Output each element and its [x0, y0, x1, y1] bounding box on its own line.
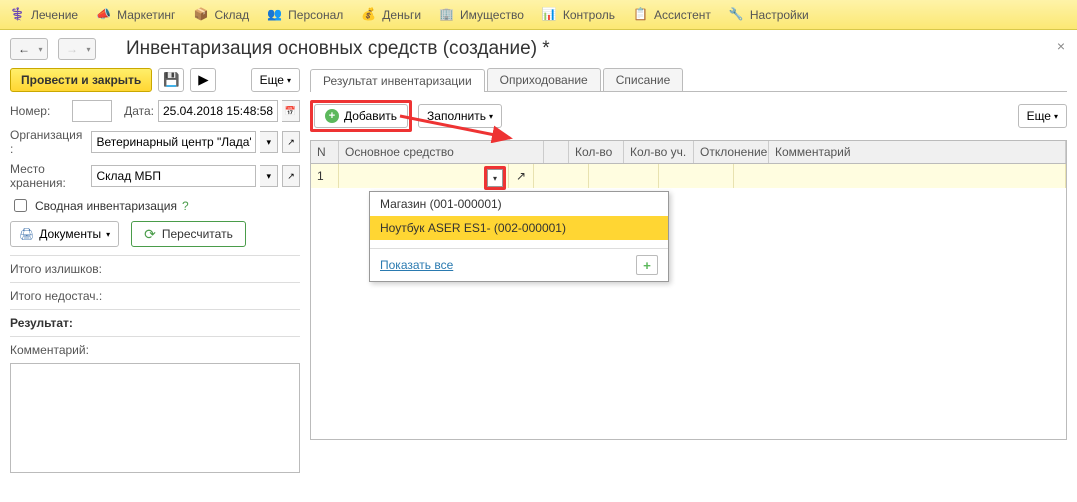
chevron-down-icon: ▾	[106, 230, 110, 239]
top-menu-bar: ⚕️Лечение 📣Маркетинг 📦Склад 👥Персонал 💰Д…	[0, 0, 1077, 30]
cell-qty-acc[interactable]	[589, 164, 659, 188]
date-input[interactable]	[158, 100, 278, 122]
property-icon: 🏢	[439, 7, 455, 23]
tabs-bar: Результат инвентаризации Оприходование С…	[310, 68, 1067, 92]
total-shortage-label: Итого недостач.:	[10, 289, 300, 303]
menu-marketing[interactable]: 📣Маркетинг	[96, 7, 175, 23]
col-qty[interactable]: Кол-во	[569, 141, 624, 163]
col-comment[interactable]: Комментарий	[769, 141, 1066, 163]
storage-dropdown-button[interactable]: ▾	[260, 165, 278, 187]
show-all-link[interactable]: Показать все	[380, 258, 453, 272]
close-icon[interactable]: ×	[1057, 38, 1065, 54]
tab-writeoff[interactable]: Списание	[603, 68, 684, 91]
marketing-icon: 📣	[96, 7, 112, 23]
menu-control[interactable]: 📊Контроль	[542, 7, 615, 23]
cell-asset[interactable]: ▾	[339, 164, 509, 188]
storage-input[interactable]	[91, 165, 256, 187]
comment-textarea[interactable]	[10, 363, 300, 473]
assistant-icon: 📋	[633, 7, 649, 23]
highlight-add: + Добавить	[310, 100, 412, 132]
cell-row-number: 1	[311, 164, 339, 188]
col-qty-acc[interactable]: Кол-во уч.	[624, 141, 694, 163]
add-new-asset-button[interactable]: +	[636, 255, 658, 275]
asset-dropdown-list: Магазин (001-000001) Ноутбук ASER ES1- (…	[369, 191, 669, 282]
cell-open-asset[interactable]: ↗	[509, 164, 534, 188]
org-input[interactable]	[91, 131, 256, 153]
menu-money[interactable]: 💰Деньги	[361, 7, 421, 23]
back-dropdown[interactable]: ▾	[34, 38, 48, 60]
documents-button[interactable]: 🖨 Документы ▾	[10, 221, 119, 247]
menu-warehouse[interactable]: 📦Склад	[193, 7, 249, 23]
number-input[interactable]	[72, 100, 112, 122]
dropdown-item-laptop[interactable]: Ноутбук ASER ES1- (002-000001)	[370, 216, 668, 240]
number-label: Номер:	[10, 104, 68, 118]
dropdown-item-shop[interactable]: Магазин (001-000001)	[370, 192, 668, 216]
org-dropdown-button[interactable]: ▾	[260, 131, 278, 153]
help-icon[interactable]: ?	[182, 199, 189, 213]
storage-label: Место хранения:	[10, 162, 87, 190]
money-icon: 💰	[361, 7, 377, 23]
plus-circle-icon: +	[325, 109, 339, 123]
tab-inventory-result[interactable]: Результат инвентаризации	[310, 69, 485, 92]
forward-dropdown[interactable]: ▾	[82, 38, 96, 60]
menu-assistant[interactable]: 📋Ассистент	[633, 7, 711, 23]
total-surplus-label: Итого излишков:	[10, 262, 300, 276]
comment-label: Комментарий:	[10, 343, 300, 357]
chevron-down-icon: ▾	[287, 76, 291, 85]
col-deviation[interactable]: Отклонение	[694, 141, 769, 163]
col-number[interactable]: N	[311, 141, 339, 163]
treatment-icon: ⚕️	[10, 7, 26, 23]
org-open-button[interactable]: ↗	[282, 131, 300, 153]
more-button-left[interactable]: Еще ▾	[251, 68, 300, 92]
date-label: Дата:	[124, 104, 154, 118]
header-row: ← ▾ → ▾ Инвентаризация основных средств …	[0, 30, 1077, 68]
asset-dropdown-button[interactable]: ▾	[487, 169, 503, 187]
warehouse-icon: 📦	[193, 7, 209, 23]
left-panel: Провести и закрыть 💾 ▶ Еще ▾ Номер: Дата…	[10, 68, 300, 476]
cell-qty[interactable]	[534, 164, 589, 188]
menu-staff[interactable]: 👥Персонал	[267, 7, 343, 23]
post-and-close-button[interactable]: Провести и закрыть	[10, 68, 152, 92]
more-button-right[interactable]: Еще ▾	[1018, 104, 1067, 128]
col-asset[interactable]: Основное средство	[339, 141, 544, 163]
save-button[interactable]: 💾	[158, 68, 184, 92]
menu-settings[interactable]: 🔧Настройки	[729, 7, 809, 23]
storage-open-button[interactable]: ↗	[282, 165, 300, 187]
calendar-button[interactable]: 📅	[282, 100, 300, 122]
summary-inventory-label: Сводная инвентаризация	[35, 199, 177, 213]
org-label: Организация :	[10, 128, 87, 156]
page-title: Инвентаризация основных средств (создани…	[126, 38, 550, 60]
control-icon: 📊	[542, 7, 558, 23]
add-button[interactable]: + Добавить	[314, 104, 408, 128]
menu-property[interactable]: 🏢Имущество	[439, 7, 524, 23]
recalculate-button[interactable]: ⟳ Пересчитать	[131, 221, 246, 247]
printer-icon: 🖨	[19, 227, 34, 241]
staff-icon: 👥	[267, 7, 283, 23]
menu-treatment[interactable]: ⚕️Лечение	[10, 7, 78, 23]
summary-inventory-checkbox[interactable]	[14, 199, 27, 212]
cell-comment[interactable]	[734, 164, 1066, 188]
cell-deviation[interactable]	[659, 164, 734, 188]
highlight-dropdown: ▾	[484, 166, 506, 190]
fill-button[interactable]: Заполнить ▾	[418, 104, 502, 128]
right-panel: Результат инвентаризации Оприходование С…	[310, 68, 1067, 476]
inventory-table: N Основное средство Кол-во Кол-во уч. От…	[310, 140, 1067, 440]
col-blank	[544, 141, 569, 163]
result-label: Результат:	[10, 316, 300, 330]
settings-icon: 🔧	[729, 7, 745, 23]
refresh-icon: ⟳	[144, 226, 156, 243]
tab-posting[interactable]: Оприходование	[487, 68, 601, 91]
post-button[interactable]: ▶	[190, 68, 216, 92]
table-row[interactable]: 1 ▾ ↗	[311, 164, 1066, 188]
